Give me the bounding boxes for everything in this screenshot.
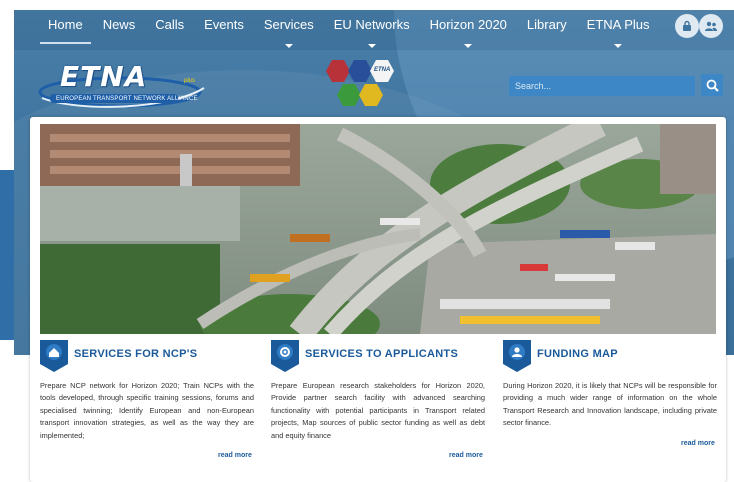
nav-item-calls[interactable]: Calls xyxy=(145,12,194,42)
nav-item-services[interactable]: Services xyxy=(254,12,324,48)
hero-image xyxy=(40,124,716,334)
chevron-down-icon xyxy=(367,44,376,48)
column-text: Prepare European research stakeholders f… xyxy=(271,381,485,440)
left-edge-band xyxy=(0,170,14,340)
column-text: Prepare NCP network for Horizon 2020; Tr… xyxy=(40,381,254,440)
logo-subtitle: EUROPEAN TRANSPORT NETWORK ALLIANCE xyxy=(56,96,198,102)
column-services-applicants: SERVICES TO APPLICANTS Prepare European … xyxy=(271,340,485,442)
column-title: FUNDING MAP xyxy=(537,348,618,360)
register-button[interactable] xyxy=(699,14,723,38)
search-button[interactable] xyxy=(701,74,723,96)
column-header: FUNDING MAP xyxy=(503,340,717,372)
main-nav: Home News Calls Events Services EU Netwo… xyxy=(38,12,660,48)
column-funding-map: FUNDING MAP During Horizon 2020, it is l… xyxy=(503,340,717,430)
search-icon xyxy=(706,79,719,92)
nav-item-horizon-2020[interactable]: Horizon 2020 xyxy=(420,12,517,48)
user-icon xyxy=(503,340,531,372)
nav-item-home[interactable]: Home xyxy=(38,12,93,44)
etna-logo[interactable]: ETNA plus EUROPEAN TRANSPORT NETWORK ALL… xyxy=(38,60,208,112)
column-text: During Horizon 2020, it is likely that N… xyxy=(503,381,717,428)
column-title: SERVICES FOR NCP'S xyxy=(74,348,198,360)
column-services-ncp: SERVICES FOR NCP'S Prepare NCP network f… xyxy=(40,340,254,442)
read-more-link[interactable]: read more xyxy=(449,452,732,459)
etna-hex-emblem: ETNA xyxy=(318,58,402,110)
nav-item-news[interactable]: News xyxy=(93,12,146,42)
nav-item-library[interactable]: Library xyxy=(517,12,577,42)
column-header: SERVICES FOR NCP'S xyxy=(40,340,254,372)
read-more-link[interactable]: read more xyxy=(681,440,732,447)
lock-icon xyxy=(683,20,691,31)
emblem-label: ETNA xyxy=(374,67,391,73)
nav-item-eu-networks[interactable]: EU Networks xyxy=(324,12,420,48)
column-title: SERVICES TO APPLICANTS xyxy=(305,348,459,360)
login-button[interactable] xyxy=(675,14,699,38)
nav-item-events[interactable]: Events xyxy=(194,12,254,42)
logo-plus-badge: plus xyxy=(184,78,196,84)
gear-icon xyxy=(271,340,299,372)
chevron-down-icon xyxy=(284,44,293,48)
logo-text: ETNA xyxy=(60,60,148,93)
search-input[interactable] xyxy=(509,76,695,96)
chevron-down-icon xyxy=(614,44,623,48)
chevron-down-icon xyxy=(464,44,473,48)
users-icon xyxy=(705,21,717,31)
nav-item-etna-plus[interactable]: ETNA Plus xyxy=(577,12,660,48)
column-header: SERVICES TO APPLICANTS xyxy=(271,340,485,372)
home-icon xyxy=(40,340,68,372)
